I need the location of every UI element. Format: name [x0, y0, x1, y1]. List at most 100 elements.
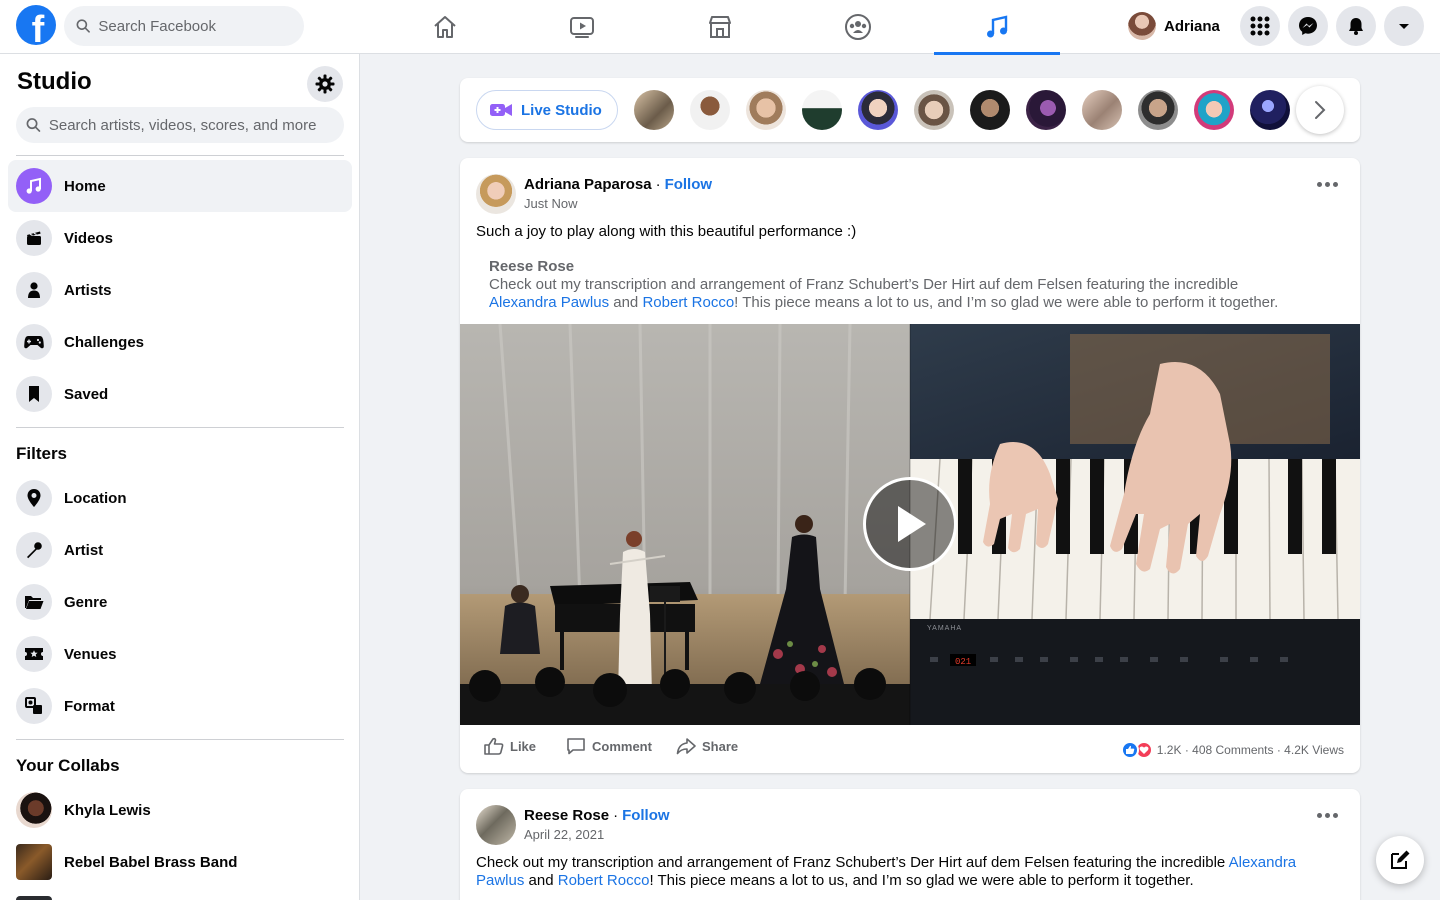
shared-author-name[interactable]: Reese Rose: [489, 258, 1339, 276]
filter-genre[interactable]: Genre: [8, 576, 352, 628]
mention-link[interactable]: Robert Rocco: [642, 294, 734, 311]
like-button[interactable]: Like: [484, 737, 536, 755]
tab-watch[interactable]: [519, 0, 645, 54]
filter-venues[interactable]: Venues: [8, 628, 352, 680]
story-avatar[interactable]: [858, 90, 898, 130]
account-button[interactable]: [1384, 6, 1424, 46]
sidebar-item-saved[interactable]: Saved: [8, 368, 352, 420]
follow-link[interactable]: Follow: [665, 176, 713, 193]
person-icon: [16, 272, 52, 308]
sidebar-item-home[interactable]: Home: [8, 160, 352, 212]
story-avatar[interactable]: [1250, 90, 1290, 130]
story-avatar[interactable]: [1138, 90, 1178, 130]
post-actions-bar: Like Comment Share 1.2K · 408 Comments ·…: [460, 725, 1360, 773]
grid-menu-icon: [1250, 16, 1270, 36]
groups-icon: [845, 14, 871, 40]
top-navigation-bar: f Adriana: [0, 0, 1440, 55]
story-avatar[interactable]: [1026, 90, 1066, 130]
author-avatar[interactable]: [476, 174, 516, 214]
microphone-icon: [16, 532, 52, 568]
studio-stories-row: Live Studio: [460, 78, 1360, 142]
story-avatar[interactable]: [914, 90, 954, 130]
search-icon: [26, 118, 41, 132]
filter-artist[interactable]: Artist: [8, 524, 352, 576]
clapperboard-icon: [16, 220, 52, 256]
tab-groups[interactable]: [795, 0, 921, 54]
play-button[interactable]: [863, 477, 957, 571]
divider: [16, 427, 344, 428]
location-pin-icon: [16, 480, 52, 516]
sidebar-item-videos[interactable]: Videos: [8, 212, 352, 264]
engagement-stats[interactable]: 1.2K · 408 Comments · 4.2K Views: [1120, 741, 1344, 759]
author-avatar[interactable]: [476, 805, 516, 845]
share-button[interactable]: Share: [676, 737, 738, 755]
story-avatar[interactable]: [690, 90, 730, 130]
collab-rebel-babel-brass-band[interactable]: Rebel Babel Brass Band: [8, 836, 352, 888]
stories-next-button[interactable]: [1296, 86, 1344, 134]
bookmark-icon: [16, 376, 52, 412]
new-message-button[interactable]: [1376, 836, 1424, 884]
sidebar-item-challenges[interactable]: Challenges: [8, 316, 352, 368]
post-card: Adriana Paparosa · Follow Just Now Such …: [460, 158, 1360, 773]
avatar: [16, 792, 52, 828]
story-avatar[interactable]: [1082, 90, 1122, 130]
settings-button[interactable]: [307, 66, 343, 102]
caret-down-icon: [1399, 24, 1409, 29]
profile-shortcut[interactable]: Adriana: [1124, 8, 1228, 44]
studio-search-input[interactable]: [48, 116, 344, 134]
ticket-icon: [16, 636, 52, 672]
live-video-icon: [490, 104, 512, 116]
post-timestamp[interactable]: Just Now: [524, 196, 577, 211]
tab-marketplace[interactable]: [657, 0, 783, 54]
tab-studio[interactable]: [934, 0, 1060, 55]
filter-format[interactable]: Format: [8, 680, 352, 732]
tab-home[interactable]: [382, 0, 508, 54]
filter-location[interactable]: Location: [8, 472, 352, 524]
chevron-right-icon: [1315, 101, 1326, 119]
sidebar-title: Studio: [17, 68, 92, 95]
post-card: Reese Rose · Follow April 22, 2021 Check…: [460, 789, 1360, 900]
live-studio-button[interactable]: Live Studio: [476, 90, 618, 130]
compose-icon: [1391, 850, 1410, 869]
follow-link[interactable]: Follow: [622, 807, 670, 824]
svg-text:YAMAHA: YAMAHA: [927, 625, 962, 632]
comment-button[interactable]: Comment: [566, 737, 652, 755]
mention-link[interactable]: Robert Rocco: [558, 872, 650, 889]
story-avatar[interactable]: [970, 90, 1010, 130]
post-timestamp[interactable]: April 22, 2021: [524, 827, 604, 842]
avatar: [1128, 12, 1156, 40]
filters-heading: Filters: [16, 444, 68, 463]
post-header: Adriana Paparosa · Follow: [524, 176, 713, 193]
svg-text:021: 021: [955, 657, 971, 667]
band-avatar: [16, 844, 52, 880]
story-avatar[interactable]: [746, 90, 786, 130]
messenger-icon: [1299, 17, 1317, 35]
play-icon: [898, 506, 926, 542]
post-header: Reese Rose · Follow: [524, 807, 670, 824]
story-avatar[interactable]: [634, 90, 674, 130]
author-name[interactable]: Adriana Paparosa: [524, 176, 652, 193]
more-options-button[interactable]: [1317, 182, 1338, 187]
band-avatar: [16, 896, 52, 900]
mention-link[interactable]: Alexandra Pawlus: [489, 294, 609, 311]
studio-search-bar[interactable]: [16, 107, 344, 143]
more-options-button[interactable]: [1317, 813, 1338, 818]
menu-button[interactable]: [1240, 6, 1280, 46]
sidebar-item-artists[interactable]: Artists: [8, 264, 352, 316]
author-name[interactable]: Reese Rose: [524, 807, 609, 824]
comment-icon: [567, 738, 585, 755]
post-text: Check out my transcription and arrangeme…: [476, 854, 1297, 889]
facebook-logo[interactable]: f: [16, 5, 56, 45]
search-input[interactable]: [98, 17, 304, 35]
story-avatar[interactable]: [1194, 90, 1234, 130]
video-player[interactable]: YAMAHA 021: [460, 323, 1360, 725]
messenger-button[interactable]: [1288, 6, 1328, 46]
collab-khyla-lewis[interactable]: Khyla Lewis: [8, 784, 352, 836]
search-icon: [76, 19, 90, 33]
search-bar[interactable]: [64, 6, 304, 46]
divider: [16, 739, 344, 740]
story-avatar[interactable]: [802, 90, 842, 130]
your-collabs-heading: Your Collabs: [16, 756, 120, 775]
notifications-button[interactable]: [1336, 6, 1376, 46]
collab-item[interactable]: [8, 888, 352, 900]
